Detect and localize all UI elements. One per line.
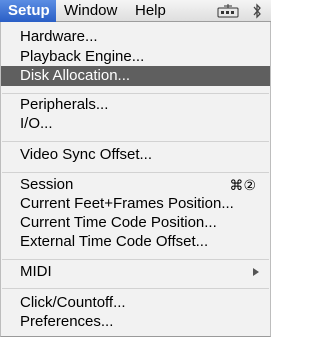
menu-item-disk-allocation[interactable]: Disk Allocation...: [1, 66, 270, 86]
submenu-arrow-icon: [253, 268, 259, 276]
menu-item-label: Session: [20, 176, 74, 193]
menu-separator: [2, 93, 269, 94]
menu-item-click-countoff[interactable]: Click/Countoff...: [1, 293, 270, 313]
menu-item-hardware[interactable]: Hardware...: [1, 27, 270, 47]
menubar-setup[interactable]: Setup: [0, 0, 56, 22]
menu-item-label: MIDI: [20, 263, 52, 280]
menu-item-midi[interactable]: MIDI: [1, 262, 270, 282]
bluetooth-icon[interactable]: [251, 3, 263, 19]
midi-interface-icon[interactable]: [217, 3, 239, 19]
menu-separator: [2, 172, 269, 173]
menu-bar: Setup Window Help: [0, 0, 271, 22]
menubar-window[interactable]: Window: [56, 0, 125, 22]
menu-item-current-time-code-position[interactable]: Current Time Code Position...: [1, 213, 270, 233]
menu-item-video-sync-offset[interactable]: Video Sync Offset...: [1, 145, 270, 165]
menu-item-playback-engine[interactable]: Playback Engine...: [1, 47, 270, 67]
setup-menu: Hardware... Playback Engine... Disk Allo…: [0, 22, 271, 337]
menu-separator: [2, 141, 269, 142]
menu-item-external-time-code-offset[interactable]: External Time Code Offset...: [1, 232, 270, 252]
menu-item-io[interactable]: I/O...: [1, 114, 270, 134]
menu-item-peripherals[interactable]: Peripherals...: [1, 95, 270, 115]
menu-item-current-feet-frames-position[interactable]: Current Feet+Frames Position...: [1, 194, 270, 214]
keyboard-shortcut: ⌘②: [229, 177, 256, 193]
menu-item-preferences[interactable]: Preferences...: [1, 312, 270, 332]
menu-separator: [2, 288, 269, 289]
menu-item-session[interactable]: Session ⌘②: [1, 175, 270, 195]
menu-separator: [2, 259, 269, 260]
menubar-help[interactable]: Help: [127, 0, 174, 22]
